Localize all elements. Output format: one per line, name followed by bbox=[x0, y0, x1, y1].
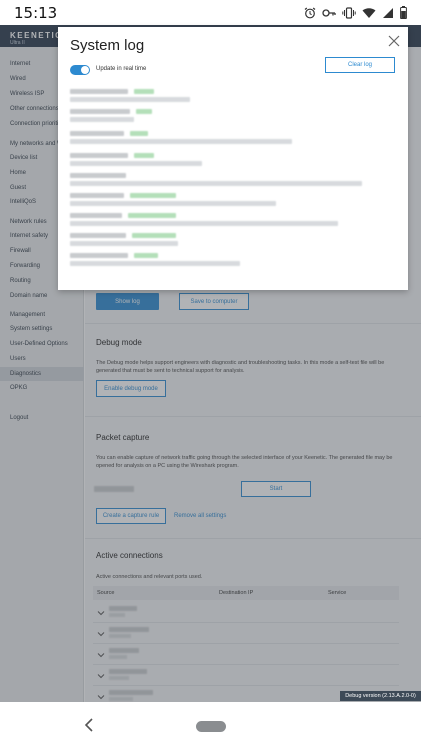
log-source-blurred bbox=[130, 193, 176, 198]
log-source-blurred bbox=[134, 253, 158, 258]
log-timestamp-blurred bbox=[70, 153, 128, 158]
dialog-title: System log bbox=[70, 37, 145, 54]
wifi-icon bbox=[362, 7, 376, 18]
log-timestamp-blurred bbox=[70, 109, 130, 114]
log-message-blurred bbox=[70, 139, 292, 144]
toggle-knob bbox=[81, 66, 89, 74]
log-message-blurred bbox=[70, 201, 276, 206]
close-icon[interactable] bbox=[388, 35, 400, 47]
log-message-blurred bbox=[70, 97, 190, 102]
log-source-blurred bbox=[134, 89, 154, 94]
log-timestamp-blurred bbox=[70, 173, 126, 178]
realtime-toggle-label: Update in real time bbox=[96, 66, 147, 72]
clear-log-button[interactable]: Clear log bbox=[325, 57, 395, 73]
log-timestamp-blurred bbox=[70, 233, 126, 238]
log-source-blurred bbox=[136, 109, 152, 114]
key-icon bbox=[322, 8, 336, 17]
log-timestamp-blurred bbox=[70, 131, 124, 136]
log-timestamp-blurred bbox=[70, 89, 128, 94]
alarm-icon bbox=[304, 7, 316, 18]
log-message-blurred bbox=[70, 221, 338, 226]
log-message-blurred bbox=[70, 261, 240, 266]
log-timestamp-blurred bbox=[70, 253, 128, 258]
log-entries bbox=[70, 87, 396, 267]
log-message-blurred bbox=[70, 161, 202, 166]
system-log-dialog: System log Update in real time Clear log bbox=[58, 27, 408, 290]
vibrate-icon bbox=[342, 6, 356, 19]
log-message-blurred bbox=[70, 241, 178, 246]
signal-icon bbox=[383, 7, 393, 18]
battery-icon bbox=[400, 6, 407, 19]
log-message-blurred bbox=[70, 181, 362, 186]
log-timestamp-blurred bbox=[70, 213, 122, 218]
status-time: 15:13 bbox=[14, 3, 58, 22]
log-source-blurred bbox=[134, 153, 154, 158]
log-message-blurred bbox=[70, 117, 134, 122]
system-navigation-bar bbox=[0, 702, 421, 750]
log-timestamp-blurred bbox=[70, 193, 124, 198]
back-icon[interactable] bbox=[83, 718, 95, 732]
debug-version-badge: Debug version (2.13.A.2.0-0) bbox=[340, 691, 421, 701]
log-source-blurred bbox=[130, 131, 148, 136]
realtime-toggle[interactable] bbox=[70, 65, 90, 75]
log-source-blurred bbox=[132, 233, 176, 238]
log-source-blurred bbox=[128, 213, 176, 218]
home-pill-button[interactable] bbox=[196, 721, 226, 732]
status-icons bbox=[304, 6, 407, 19]
status-bar: 15:13 bbox=[0, 0, 421, 25]
